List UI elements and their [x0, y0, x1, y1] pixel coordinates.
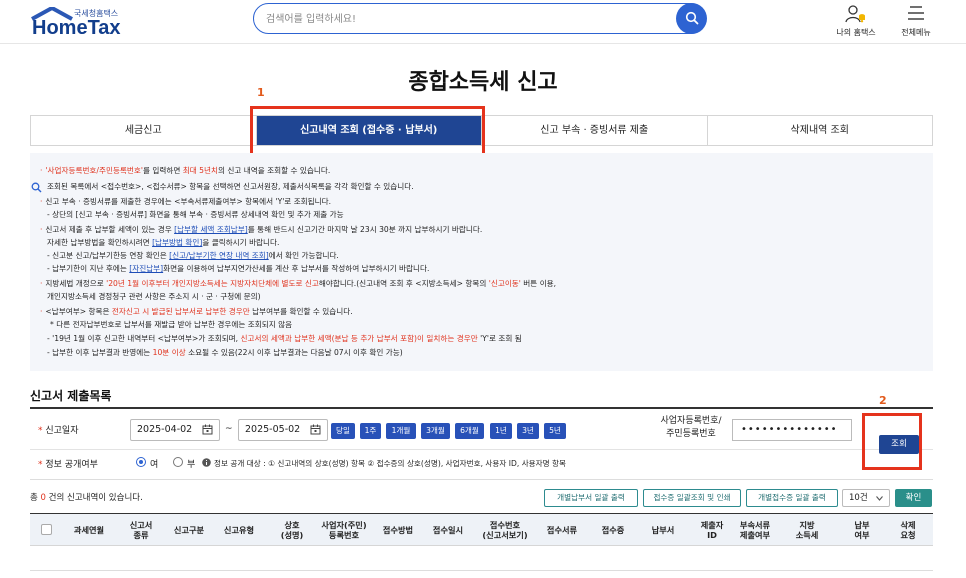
print-receipts-button[interactable]: 개별접수증 일괄 출력	[746, 489, 838, 507]
column-header[interactable]: 접수방법	[374, 514, 422, 545]
notice-line: - 납부기한이 지난 후에는 [자진납부]화면을 이용하여 납부지연가산세를 계…	[47, 264, 430, 273]
consent-no-label: 부	[187, 460, 196, 470]
tab-tax-return[interactable]: 세금신고	[31, 116, 257, 145]
quick-3year-button[interactable]: 3년	[517, 423, 539, 439]
quick-6month-button[interactable]: 6개월	[455, 423, 484, 439]
search-small-icon	[31, 182, 42, 193]
notice-line: 자세한 납부방법을 확인하시려면 [납부방법 확인]을 클릭하시기 바랍니다.	[47, 238, 280, 247]
consent-yes-radio[interactable]	[136, 457, 146, 467]
notice-line: - 상단의 [신고 부속 · 증빙서류] 화면을 통해 부속 · 증빙서류 상세…	[47, 210, 344, 219]
notice-line: * 다른 전자납부번호로 납부서를 재발급 받아 납부한 경우에는 조회되지 않…	[50, 320, 293, 329]
section-title: 신고서 제출목록	[30, 389, 112, 403]
page-title: 종합소득세 신고	[408, 70, 558, 95]
highlight-box-1	[250, 106, 485, 158]
logo-text: HomeTax	[32, 17, 121, 39]
notice-line: · 지방세법 개정으로 '20년 1월 이후부터 개인지방소득세는 지방자치단체에…	[40, 279, 557, 288]
all-menu-button[interactable]: 전체메뉴	[886, 2, 946, 40]
page-size-select[interactable]: 10건	[842, 489, 890, 507]
column-header[interactable]: 접수증	[590, 514, 636, 545]
column-header[interactable]: 신고서 종류	[118, 514, 164, 545]
column-header[interactable]: 접수서류	[538, 514, 586, 545]
column-header[interactable]: 과세연월	[60, 514, 118, 545]
hamburger-menu-icon	[908, 6, 924, 20]
column-header[interactable]: 신고유형	[214, 514, 264, 545]
search-icon	[685, 11, 698, 25]
confirm-button[interactable]: 확인	[895, 489, 932, 507]
id-input[interactable]: ••••••••••••••	[732, 419, 852, 441]
column-header[interactable]: 접수일시	[424, 514, 472, 545]
column-header[interactable]: 부속서류 제출여부	[730, 514, 780, 545]
quick-1month-button[interactable]: 1개월	[386, 423, 416, 439]
quick-1week-button[interactable]: 1주	[360, 423, 381, 439]
my-hometax-label: 나의 홈택스	[836, 28, 876, 37]
self-payment-link[interactable]: [자진납부]	[129, 264, 163, 273]
quick-today-button[interactable]: 당일	[331, 423, 355, 439]
select-all-checkbox[interactable]	[41, 524, 52, 535]
info-icon	[202, 458, 211, 467]
tab-attachments-submit[interactable]: 신고 부속 · 증빙서류 제출	[482, 116, 708, 145]
highlight-box-2	[862, 413, 922, 470]
notice-line: · 신고 부속 · 증빙서류를 제출한 경우에는 <부속서류제출여부> 항목에서 …	[40, 197, 332, 206]
date-row: * 신고일자 2025-04-02 ~ 2025-05-02 당일 1주 1개월…	[30, 409, 933, 450]
notice-line: - 신고분 신고/납부기한등 연장 확인은 [신고/납부기한 연장 내역 조회]…	[47, 251, 339, 260]
hometax-logo[interactable]: 국세청홈택스 HomeTax	[30, 5, 130, 39]
consent-yes-label: 여	[150, 460, 159, 470]
annotation-2: 2	[879, 394, 887, 407]
id-label: 사업자등록번호/ 주민등록번호	[660, 416, 722, 439]
table-body-border	[30, 570, 933, 571]
date-separator: ~	[225, 424, 233, 434]
column-header[interactable]: 접수번호 (신고서보기)	[470, 514, 540, 545]
quick-1year-button[interactable]: 1년	[490, 423, 512, 439]
notice-line: 개인지방소득세 경정청구 관련 사항은 주소지 시 · 군 · 구청에 문의)	[47, 292, 261, 301]
column-header[interactable]: 삭제 요청	[886, 514, 930, 545]
consent-no-radio[interactable]	[173, 457, 183, 467]
date-from-field[interactable]: 2025-04-02	[130, 419, 220, 441]
column-header[interactable]: 제출자 ID	[692, 514, 732, 545]
user-bell-icon	[845, 5, 865, 23]
search-button[interactable]	[676, 2, 707, 34]
consent-note: 정보 공개 대상 : ① 신고내역의 상호(성명) 항목 ② 접수증의 상호(성…	[214, 459, 567, 468]
notice-line: - '19년 1월 이후 신고한 내역부터 <납부여부>가 조회되며, 신고서의…	[47, 334, 522, 343]
result-count: 총 0 건의 신고내역이 있습니다.	[30, 493, 143, 503]
quick-3month-button[interactable]: 3개월	[421, 423, 450, 439]
table-header: 과세연월 신고서 종류 신고구분 신고유형 상호 (성명) 사업자(주민) 등록…	[30, 513, 933, 546]
quick-5year-button[interactable]: 5년	[544, 423, 566, 439]
column-header[interactable]: 신고구분	[164, 514, 214, 545]
extension-history-link[interactable]: [신고/납부기한 연장 내역 조회]	[169, 251, 269, 260]
search-form: * 신고일자 2025-04-02 ~ 2025-05-02 당일 1주 1개월…	[30, 407, 933, 480]
consent-label: * 정보 공개여부	[38, 460, 98, 470]
notice-line: - 납부한 이후 납부결과 반영에는 10분 이상 소요될 수 있음(22시 이…	[47, 348, 403, 357]
search-bar	[253, 2, 707, 34]
notice-line: · <납부여부> 항목은 전자신고 시 발급된 납부서로 납부한 경우만 납부여부…	[40, 307, 353, 316]
pay-tax-link[interactable]: [납부할 세액 조회납부]	[174, 225, 248, 234]
notice-line: · '사업자등록번호/주민등록번호'를 입력하면 최대 5년치의 신고 내역을 조…	[40, 166, 331, 175]
print-payment-slips-button[interactable]: 개별납부서 일괄 출력	[544, 489, 638, 507]
date-label: * 신고일자	[38, 426, 79, 436]
payment-method-link[interactable]: [납부방법 확인]	[152, 238, 202, 247]
column-header[interactable]: 사업자(주민) 등록번호	[310, 514, 378, 545]
calendar-icon[interactable]	[310, 424, 321, 435]
notice-box: · '사업자등록번호/주민등록번호'를 입력하면 최대 5년치의 신고 내역을 조…	[30, 153, 933, 371]
my-hometax-button[interactable]: 나의 홈택스	[826, 2, 886, 40]
receipts-print-button[interactable]: 접수증 일괄조회 및 인쇄	[643, 489, 741, 507]
chevron-down-icon	[876, 496, 883, 501]
annotation-1: 1	[257, 86, 265, 99]
notice-line: 조회된 목록에서 <접수번호>, <접수서류> 항목을 선택하면 신고서원장, …	[47, 182, 414, 191]
header: 국세청홈택스 HomeTax 나의 홈택스 전체메뉴	[0, 0, 966, 44]
tab-deleted-history[interactable]: 삭제내역 조회	[708, 116, 933, 145]
column-header[interactable]: 납부서	[640, 514, 686, 545]
column-header[interactable]: 납부 여부	[840, 514, 884, 545]
column-header[interactable]: 지방 소득세	[782, 514, 832, 545]
calendar-icon[interactable]	[202, 424, 213, 435]
all-menu-label: 전체메뉴	[901, 28, 931, 37]
notice-line: · 신고서 제출 후 납부할 세액이 있는 경우 [납부할 세액 조회납부]를 통…	[40, 225, 483, 234]
date-to-field[interactable]: 2025-05-02	[238, 419, 328, 441]
search-input[interactable]	[266, 9, 666, 29]
